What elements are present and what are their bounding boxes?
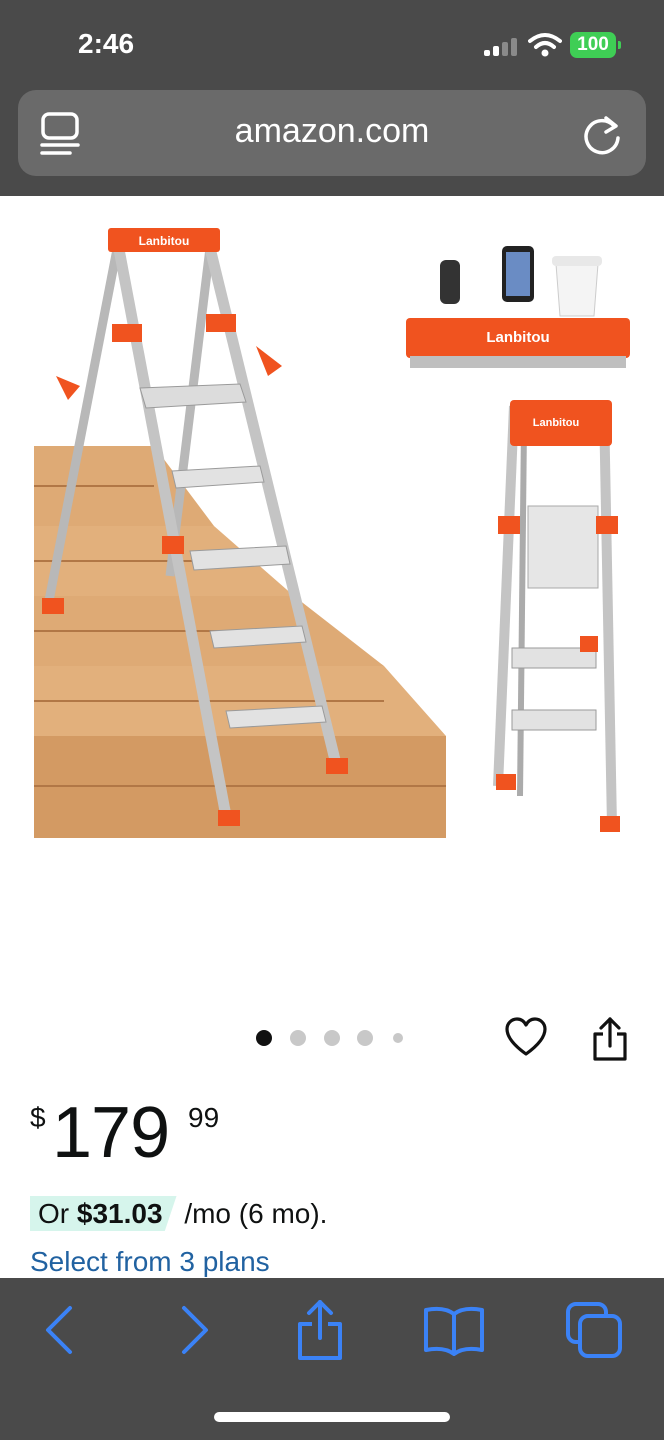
installment-amount: $31.03	[76, 1198, 163, 1229]
product-image: Lanbitou Lanbitou Lanbitou	[34, 228, 630, 838]
tool-tray-image: Lanbitou	[406, 246, 630, 368]
product-image-gallery[interactable]: Lanbitou Lanbitou Lanbitou	[0, 196, 664, 996]
select-plans-link[interactable]: Select from 3 plans	[30, 1246, 270, 1278]
back-icon[interactable]	[30, 1300, 90, 1360]
pagination-dot-2[interactable]	[290, 1030, 306, 1046]
bookmarks-icon[interactable]	[424, 1300, 484, 1360]
brand-label: Lanbitou	[139, 234, 190, 248]
browser-top-chrome: 2:46 100 amazon.com	[0, 0, 664, 196]
tabs-icon[interactable]	[564, 1300, 624, 1360]
pagination-dot-5[interactable]	[393, 1033, 403, 1043]
tray-brand-label: Lanbitou	[486, 329, 549, 346]
folded-brand-label: Lanbitou	[533, 417, 579, 429]
wifi-icon	[528, 33, 562, 57]
reload-icon[interactable]	[580, 112, 624, 156]
home-indicator[interactable]	[214, 1412, 450, 1422]
share-sheet-icon[interactable]	[290, 1300, 350, 1360]
browser-toolbar	[0, 1278, 664, 1440]
url-text[interactable]: amazon.com	[18, 112, 646, 151]
battery-icon: 100	[570, 32, 621, 58]
share-icon[interactable]	[590, 1016, 630, 1062]
folded-ladder-image: Lanbitou	[493, 400, 620, 832]
cellular-signal-icon	[484, 36, 520, 56]
price-fraction: 99	[188, 1102, 220, 1133]
wishlist-heart-icon[interactable]	[504, 1016, 548, 1060]
price-whole: 179	[52, 1093, 170, 1173]
installment-offer: Or $31.03 /mo (6 mo).	[30, 1196, 328, 1238]
installment-term: /mo (6 mo).	[184, 1198, 328, 1229]
installment-highlight: Or $31.03	[30, 1196, 177, 1231]
pagination-dot-1[interactable]	[256, 1030, 272, 1046]
forward-icon[interactable]	[164, 1300, 224, 1360]
pagination-dot-4[interactable]	[357, 1030, 373, 1046]
address-bar[interactable]: amazon.com	[18, 90, 646, 176]
price-currency-symbol: $	[30, 1102, 46, 1133]
status-time: 2:46	[78, 28, 135, 59]
pagination-dot-3[interactable]	[324, 1030, 340, 1046]
installment-prefix: Or	[38, 1198, 70, 1229]
